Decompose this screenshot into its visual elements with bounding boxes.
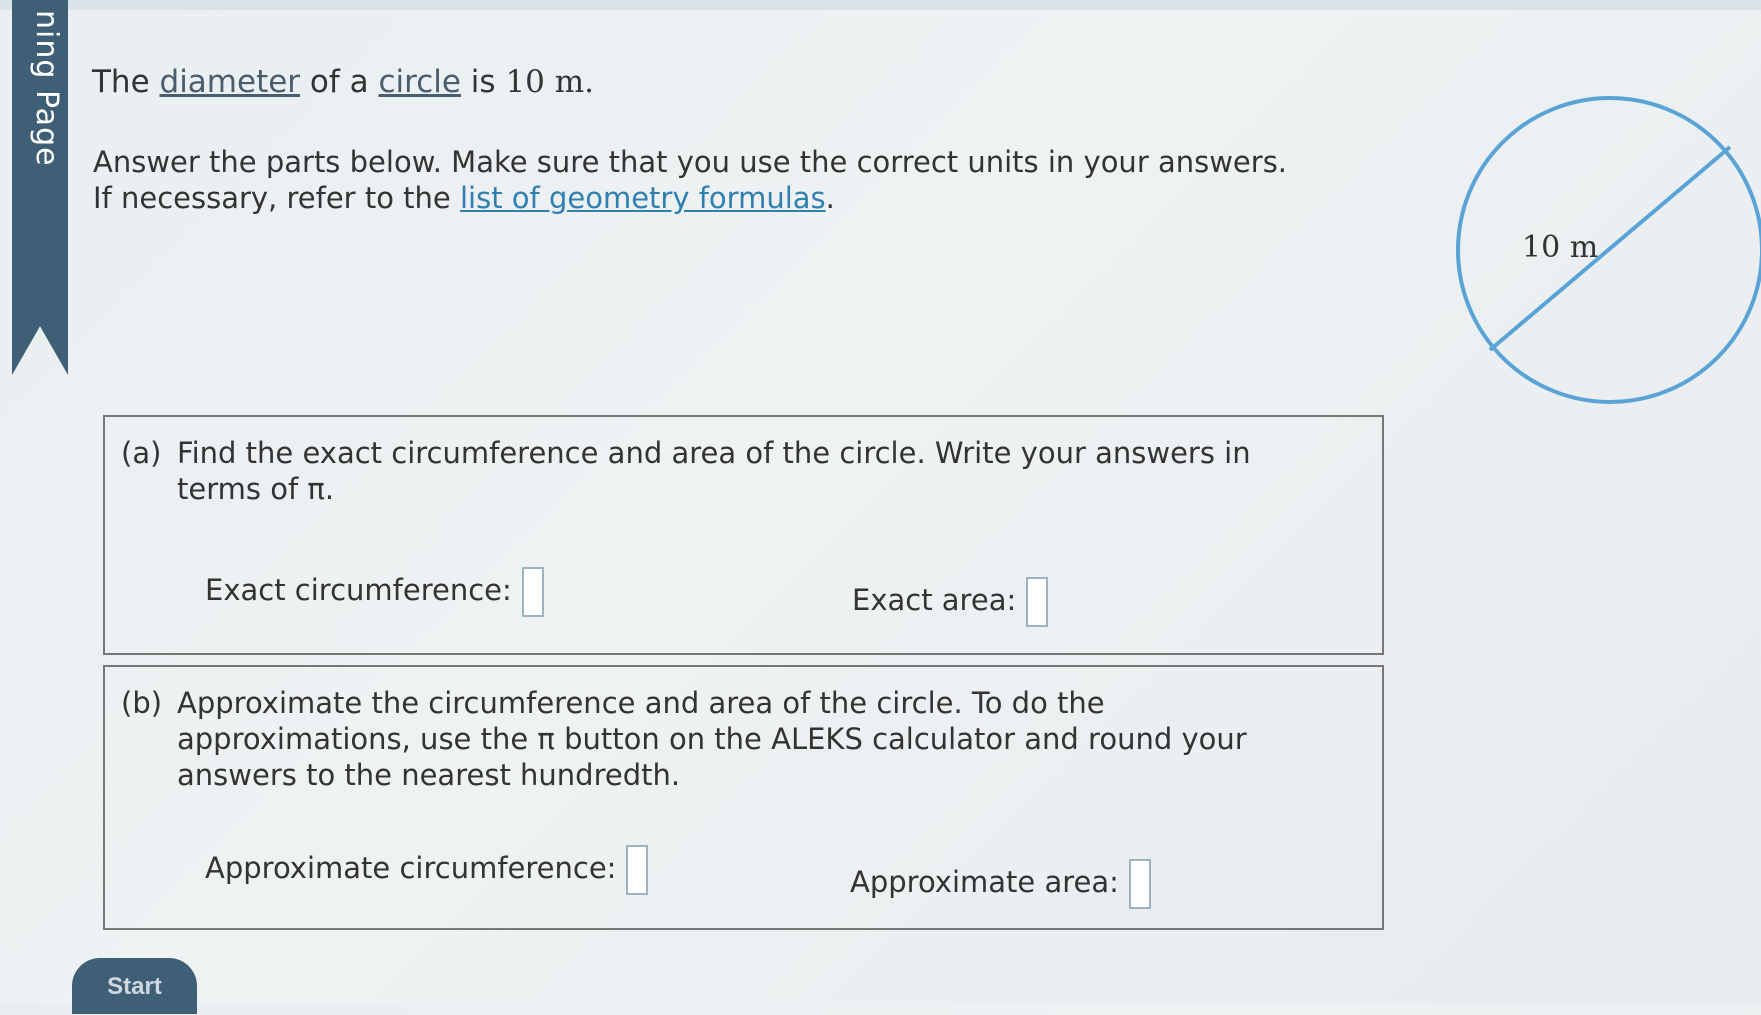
instruction-line-2: If necessary, refer to the list of geome…: [93, 180, 1287, 216]
exact-circumference-field: Exact circumference:: [205, 567, 544, 617]
instruction-line-2-prefix: If necessary, refer to the: [93, 181, 460, 215]
intro-middle: of a: [300, 64, 379, 100]
approx-area-field: Approximate area:: [850, 859, 1151, 909]
part-b-letter: (b): [121, 686, 163, 720]
diameter-label: 10 m: [1522, 230, 1598, 265]
exact-area-field: Exact area:: [852, 577, 1049, 627]
part-b-panel: (b) Approximate the circumference and ar…: [103, 665, 1384, 930]
instruction-line-2-suffix: .: [825, 181, 835, 215]
learning-page-tab-label: ning Page: [29, 10, 64, 167]
part-a-text: Find the exact circumference and area of…: [177, 436, 1251, 506]
exact-area-input[interactable]: [1026, 577, 1049, 627]
exact-circumference-input[interactable]: [521, 567, 544, 617]
approx-circumference-label: Approximate circumference:: [205, 851, 617, 885]
instruction-line-1: Answer the parts below. Make sure that y…: [93, 145, 1288, 179]
part-b-text: Approximate the circumference and area o…: [177, 686, 1247, 792]
top-divider: [0, 0, 1761, 10]
circle-term-link[interactable]: circle: [379, 64, 461, 100]
start-button[interactable]: Start: [72, 958, 197, 1014]
intro-is: is: [460, 64, 506, 100]
geometry-formulas-link[interactable]: list of geometry formulas: [460, 181, 826, 215]
approx-circumference-field: Approximate circumference:: [205, 845, 649, 895]
approx-area-label: Approximate area:: [850, 865, 1119, 899]
approx-circumference-input[interactable]: [626, 845, 649, 895]
exact-circumference-label: Exact circumference:: [205, 573, 512, 607]
approx-area-input[interactable]: [1128, 859, 1151, 909]
part-b-question: (b) Approximate the circumference and ar…: [121, 685, 1322, 793]
instructions: Answer the parts below. Make sure that y…: [93, 144, 1287, 216]
diameter-term-link[interactable]: diameter: [160, 64, 301, 100]
problem-statement: The diameter of a circle is 10 m.: [92, 64, 594, 100]
part-a-question: (a) Find the exact circumference and are…: [121, 435, 1322, 507]
learning-page-tab[interactable]: ning Page: [12, 0, 68, 375]
diameter-measure: 10 m.: [505, 64, 594, 100]
intro-prefix: The: [92, 64, 160, 100]
exact-area-label: Exact area:: [852, 583, 1017, 617]
part-a-panel: (a) Find the exact circumference and are…: [103, 415, 1384, 655]
circle-diagram: 10 m: [1456, 96, 1761, 404]
part-a-letter: (a): [121, 436, 162, 470]
